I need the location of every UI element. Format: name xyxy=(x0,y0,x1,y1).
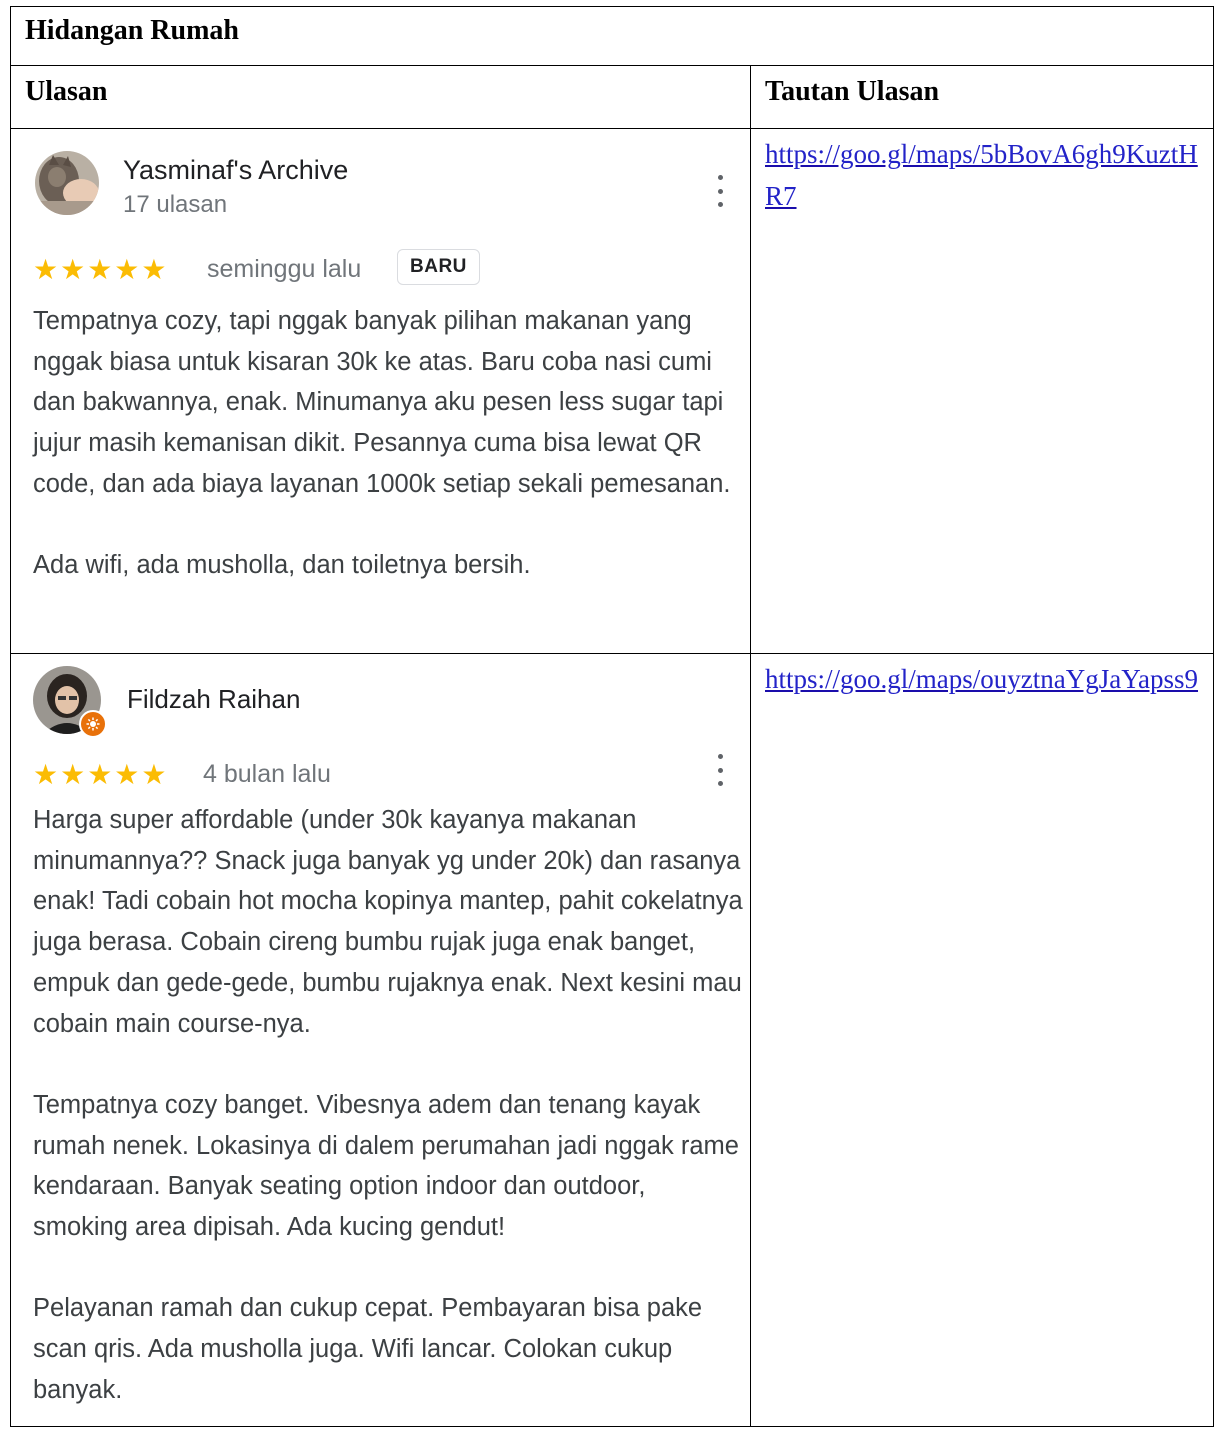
table-title: Hidangan Rumah xyxy=(10,6,1214,66)
reviewer-name[interactable]: Fildzah Raihan xyxy=(127,684,300,715)
reviewer-review-count: 17 ulasan xyxy=(123,191,228,218)
review-cell: Fildzah Raihan ★★★★★ 4 bulan lalu Harga … xyxy=(10,653,751,1427)
more-vert-icon[interactable] xyxy=(717,754,723,786)
local-guide-badge-icon xyxy=(79,710,107,738)
review-time: seminggu lalu xyxy=(207,255,362,283)
column-header-review: Ulasan xyxy=(10,65,751,129)
rating-stars: ★★★★★ xyxy=(33,759,169,790)
review-time: 4 bulan lalu xyxy=(203,760,331,788)
review-cell: Yasminaf's Archive 17 ulasan ★★★★★ semin… xyxy=(10,128,751,654)
table-title-row: Hidangan Rumah xyxy=(10,6,1214,66)
link-cell: https://goo.gl/maps/5bBovA6gh9KuztHR7 xyxy=(750,128,1214,654)
new-badge: BARU xyxy=(397,249,480,285)
review-paragraph: Harga super affordable (under 30k kayany… xyxy=(33,806,743,1038)
review-card: Yasminaf's Archive 17 ulasan ★★★★★ semin… xyxy=(11,129,750,653)
review-table: Hidangan Rumah Ulasan Tautan Ulasan Yasm… xyxy=(10,6,1214,1427)
rating-stars: ★★★★★ xyxy=(33,254,169,285)
table-row: Fildzah Raihan ★★★★★ 4 bulan lalu Harga … xyxy=(10,653,1214,1427)
review-link[interactable]: https://goo.gl/maps/ouyztnaYgJaYapss9 xyxy=(765,658,1199,700)
more-vert-icon[interactable] xyxy=(717,175,723,207)
review-text: Harga super affordable (under 30k kayany… xyxy=(33,800,743,1411)
review-link[interactable]: https://goo.gl/maps/5bBovA6gh9KuztHR7 xyxy=(765,133,1199,217)
link-cell: https://goo.gl/maps/ouyztnaYgJaYapss9 xyxy=(750,653,1214,1427)
column-header-link: Tautan Ulasan xyxy=(750,65,1214,129)
reviewer-name[interactable]: Yasminaf's Archive xyxy=(123,155,348,186)
review-text: Tempatnya cozy, tapi nggak banyak piliha… xyxy=(33,301,743,586)
table-row: Yasminaf's Archive 17 ulasan ★★★★★ semin… xyxy=(10,128,1214,654)
review-paragraph: Ada wifi, ada musholla, dan toiletnya be… xyxy=(33,551,531,580)
review-card: Fildzah Raihan ★★★★★ 4 bulan lalu Harga … xyxy=(11,654,750,1426)
review-paragraph: Pelayanan ramah dan cukup cepat. Pembaya… xyxy=(33,1294,703,1404)
review-paragraph: Tempatnya cozy, tapi nggak banyak piliha… xyxy=(33,307,731,498)
table-header-row: Ulasan Tautan Ulasan xyxy=(10,65,1214,129)
review-paragraph: Tempatnya cozy banget. Vibesnya adem dan… xyxy=(33,1090,739,1242)
avatar[interactable] xyxy=(35,151,99,215)
